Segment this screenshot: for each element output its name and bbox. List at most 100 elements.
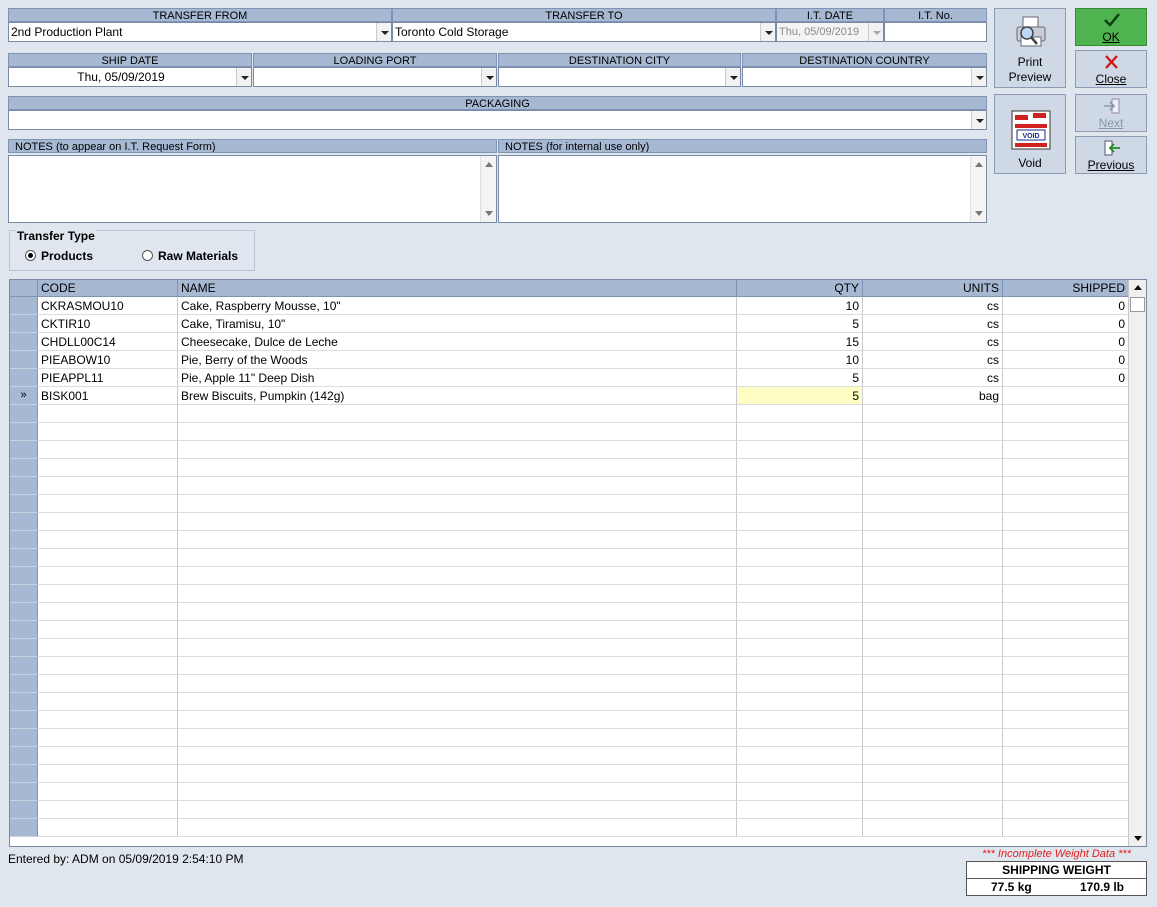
cell-name[interactable] (178, 729, 737, 747)
cell-name[interactable] (178, 819, 737, 837)
cell-units[interactable] (863, 495, 1003, 513)
cell-shipped[interactable]: 0 (1003, 297, 1129, 315)
cell-qty[interactable] (737, 675, 863, 693)
cell-units[interactable] (863, 513, 1003, 531)
cell-qty[interactable]: 5 (737, 315, 863, 333)
cell-shipped[interactable] (1003, 819, 1129, 837)
row-selector[interactable] (10, 495, 38, 513)
cell-qty[interactable] (737, 423, 863, 441)
cell-units[interactable]: cs (863, 333, 1003, 351)
cell-shipped[interactable] (1003, 567, 1129, 585)
cell-name[interactable] (178, 585, 737, 603)
cell-qty[interactable]: 15 (737, 333, 863, 351)
cell-units[interactable]: cs (863, 297, 1003, 315)
packaging-select[interactable] (8, 110, 987, 130)
cell-units[interactable] (863, 657, 1003, 675)
cell-qty[interactable] (737, 819, 863, 837)
cell-units[interactable] (863, 639, 1003, 657)
cell-units[interactable] (863, 567, 1003, 585)
ship-date-picker[interactable]: Thu, 05/09/2019 (8, 67, 252, 87)
cell-qty[interactable] (737, 567, 863, 585)
cell-shipped[interactable] (1003, 459, 1129, 477)
cell-code[interactable]: CHDLL00C14 (38, 333, 178, 351)
cell-qty[interactable]: 5 (737, 369, 863, 387)
chevron-down-icon[interactable] (760, 23, 775, 41)
cell-code[interactable] (38, 585, 178, 603)
cell-qty[interactable] (737, 711, 863, 729)
next-button[interactable]: Next (1075, 94, 1147, 132)
row-selector[interactable] (10, 585, 38, 603)
cell-name[interactable] (178, 423, 737, 441)
cell-name[interactable] (178, 405, 737, 423)
cell-qty[interactable]: 5 (737, 387, 863, 405)
row-selector[interactable] (10, 423, 38, 441)
cell-code[interactable] (38, 747, 178, 765)
cell-name[interactable] (178, 459, 737, 477)
col-header-shipped[interactable]: SHIPPED (1003, 280, 1129, 297)
cell-name[interactable] (178, 603, 737, 621)
cell-qty[interactable] (737, 657, 863, 675)
cell-units[interactable] (863, 801, 1003, 819)
cell-name[interactable] (178, 441, 737, 459)
cell-units[interactable] (863, 423, 1003, 441)
cell-code[interactable] (38, 639, 178, 657)
row-selector[interactable] (10, 693, 38, 711)
notes-internal-textarea[interactable] (498, 155, 987, 223)
cell-qty[interactable] (737, 459, 863, 477)
print-preview-button[interactable]: Print Preview (994, 8, 1066, 88)
cell-code[interactable] (38, 675, 178, 693)
row-selector[interactable] (10, 819, 38, 837)
cell-qty[interactable] (737, 801, 863, 819)
cell-qty[interactable] (737, 639, 863, 657)
cell-code[interactable]: CKTIR10 (38, 315, 178, 333)
row-selector[interactable] (10, 567, 38, 585)
cell-shipped[interactable] (1003, 657, 1129, 675)
cell-name[interactable] (178, 495, 737, 513)
chevron-down-icon[interactable] (376, 23, 391, 41)
cell-units[interactable] (863, 441, 1003, 459)
cell-qty[interactable] (737, 477, 863, 495)
cell-qty[interactable] (737, 747, 863, 765)
transfer-from-select[interactable]: 2nd Production Plant (8, 22, 392, 42)
cell-code[interactable] (38, 477, 178, 495)
cell-name[interactable] (178, 639, 737, 657)
cell-units[interactable]: bag (863, 387, 1003, 405)
cell-name[interactable] (178, 567, 737, 585)
notes-internal-scrollbar[interactable] (970, 156, 986, 222)
cell-code[interactable] (38, 567, 178, 585)
row-selector[interactable] (10, 765, 38, 783)
row-selector[interactable] (10, 603, 38, 621)
cell-units[interactable] (863, 405, 1003, 423)
grid-scrollbar[interactable] (1128, 280, 1146, 846)
cell-name[interactable] (178, 801, 737, 819)
radio-products[interactable] (25, 250, 36, 261)
cell-shipped[interactable]: 0 (1003, 315, 1129, 333)
cell-code[interactable] (38, 441, 178, 459)
cell-units[interactable] (863, 621, 1003, 639)
cell-code[interactable] (38, 603, 178, 621)
cell-code[interactable] (38, 783, 178, 801)
cell-qty[interactable] (737, 513, 863, 531)
cell-shipped[interactable] (1003, 495, 1129, 513)
cell-code[interactable] (38, 657, 178, 675)
row-selector[interactable] (10, 747, 38, 765)
cell-code[interactable] (38, 711, 178, 729)
row-selector[interactable] (10, 639, 38, 657)
cell-qty[interactable] (737, 603, 863, 621)
row-selector[interactable] (10, 441, 38, 459)
row-selector[interactable] (10, 783, 38, 801)
cell-name[interactable] (178, 621, 737, 639)
cell-units[interactable] (863, 675, 1003, 693)
cell-shipped[interactable] (1003, 405, 1129, 423)
cell-qty[interactable] (737, 531, 863, 549)
row-selector[interactable] (10, 315, 38, 333)
row-selector[interactable] (10, 351, 38, 369)
cell-shipped[interactable] (1003, 387, 1129, 405)
cell-name[interactable] (178, 477, 737, 495)
it-no-input[interactable] (884, 22, 987, 42)
cell-qty[interactable] (737, 549, 863, 567)
cell-qty[interactable]: 10 (737, 297, 863, 315)
row-selector[interactable]: » (10, 387, 38, 405)
cell-qty[interactable] (737, 405, 863, 423)
row-selector[interactable] (10, 729, 38, 747)
